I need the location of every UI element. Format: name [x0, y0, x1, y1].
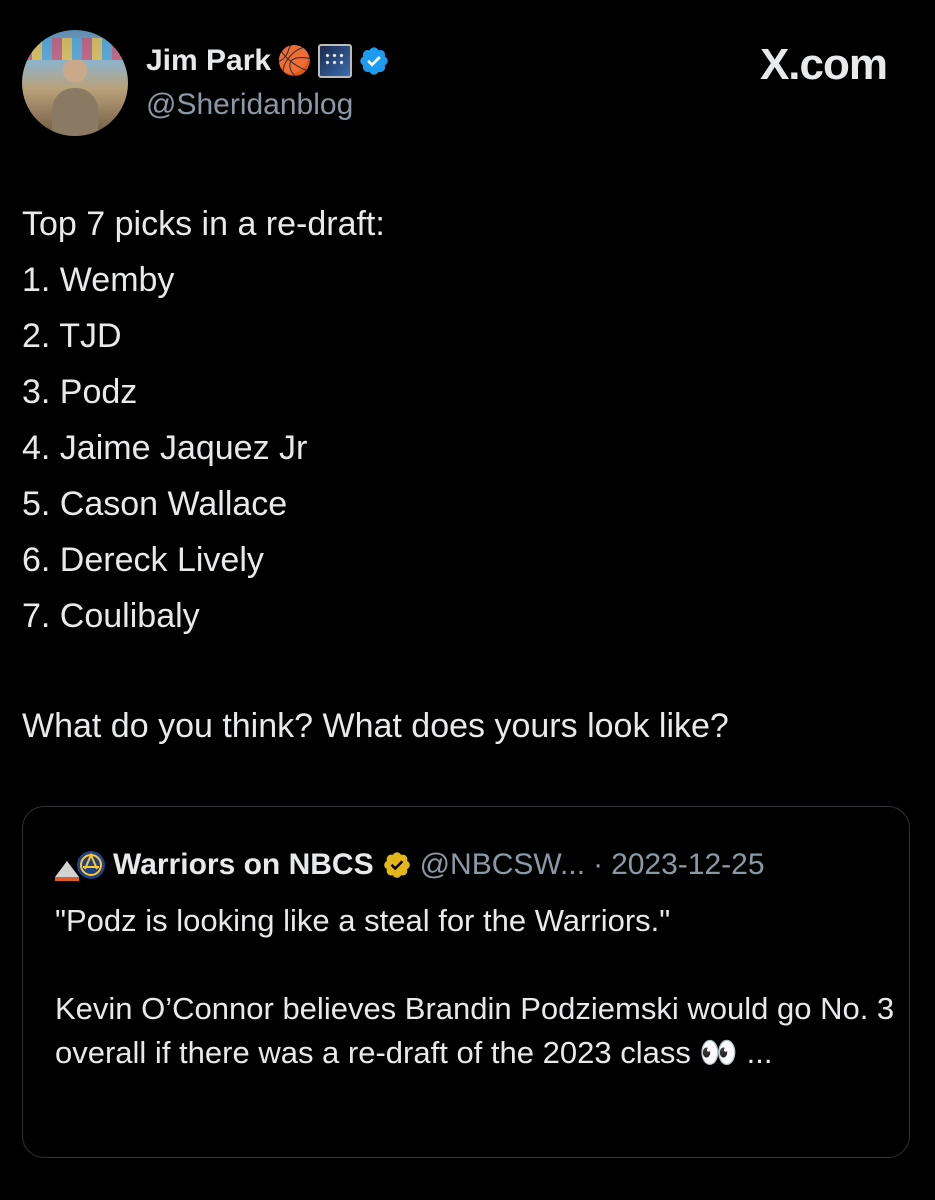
avatar-figure: [52, 88, 98, 136]
quoted-handle[interactable]: @NBCSW...: [420, 848, 585, 882]
pick-item: 7. Coulibaly: [22, 597, 200, 635]
tweet-body: Top 7 picks in a re-draft: 1. Wemby 2. T…: [22, 196, 902, 644]
quoted-display-name[interactable]: Warriors on NBCS: [113, 848, 374, 882]
pick-item: 3. Podz: [22, 373, 138, 411]
tweet-intro: Top 7 picks in a re-draft:: [22, 205, 385, 243]
author-display-name[interactable]: Jim Park: [146, 44, 271, 78]
pick-item: 5. Cason Wallace: [22, 485, 288, 523]
tweet-question: What do you think? What does yours look …: [22, 707, 729, 745]
tweet-header: Jim Park 🏀 @Sheridanblog X.com: [22, 30, 895, 140]
pick-item: 4. Jaime Jaquez Jr: [22, 429, 308, 467]
warriors-logo-icon: [55, 851, 105, 881]
quoted-tweet-header: Warriors on NBCS @NBCSW... · 2023-12-25: [53, 841, 765, 889]
night-sky-emoji-icon: [317, 44, 352, 78]
pick-item: 2. TJD: [22, 317, 122, 355]
author-avatar[interactable]: [22, 30, 128, 136]
author-handle[interactable]: @Sheridanblog: [146, 88, 353, 122]
brand-label: X.com: [759, 40, 888, 89]
quoted-line-2: Kevin O’Connor believes Brandin Podziems…: [55, 991, 895, 1070]
x-com-watermark: X.com: [759, 40, 888, 90]
pick-item: 1. Wemby: [22, 261, 175, 299]
quoted-date[interactable]: 2023-12-25: [611, 848, 764, 882]
pick-item: 6. Dereck Lively: [22, 541, 264, 579]
quoted-tweet-card[interactable]: Warriors on NBCS @NBCSW... · 2023-12-25 …: [22, 806, 910, 1158]
author-name-row: Jim Park 🏀: [146, 44, 390, 78]
separator-dot: ·: [593, 848, 604, 881]
verified-badge-icon: [360, 47, 388, 75]
avatar-background: [22, 38, 128, 60]
gold-verified-badge-icon: [383, 852, 410, 878]
quoted-line-1: "Podz is looking like a steal for the Wa…: [55, 903, 671, 938]
basketball-emoji: 🏀: [277, 45, 312, 76]
quoted-tweet-body: "Podz is looking like a steal for the Wa…: [55, 899, 895, 1075]
